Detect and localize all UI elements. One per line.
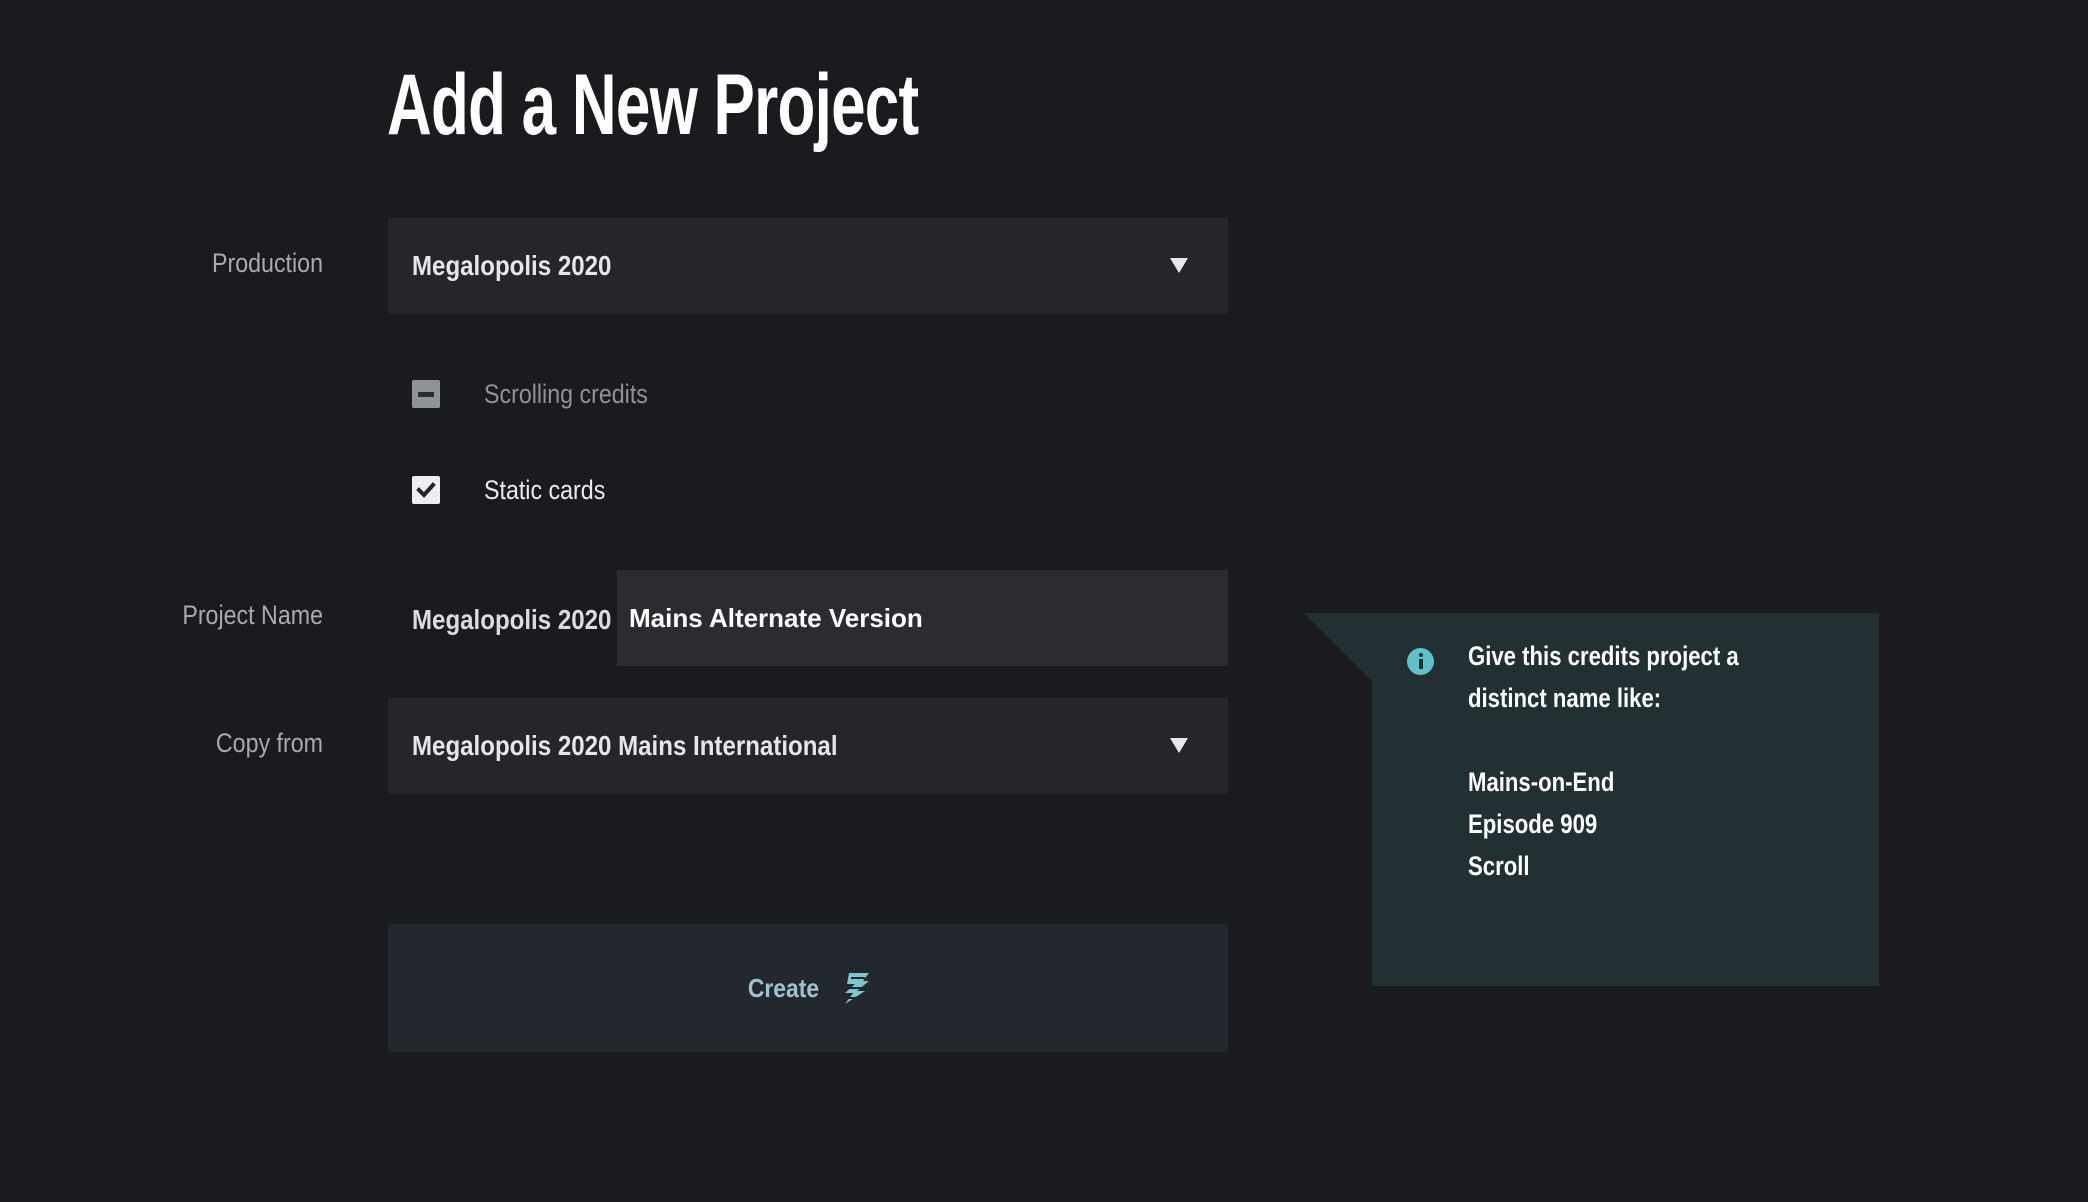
info-example: Mains-on-End (1468, 767, 1615, 797)
copy-from-label: Copy from (215, 728, 323, 758)
info-panel-pointer (1304, 613, 1372, 681)
info-intro-line: Give this credits project a (1468, 641, 1739, 671)
page-title: Add a New Project (387, 57, 919, 153)
static-cards-label: Static cards (484, 474, 606, 505)
chevron-down-icon (1170, 738, 1188, 753)
project-name-input[interactable] (617, 570, 1228, 666)
production-select[interactable]: Megalopolis 2020 (388, 218, 1228, 314)
project-name-label: Project Name (182, 600, 323, 630)
info-panel: Give this credits project a distinct nam… (1372, 613, 1879, 986)
production-select-value: Megalopolis 2020 (412, 250, 612, 281)
copy-from-select-value: Megalopolis 2020 Mains International (412, 730, 838, 761)
static-cards-checkbox-row[interactable]: Static cards (412, 470, 625, 510)
info-example: Scroll (1468, 851, 1530, 881)
production-label: Production (211, 248, 323, 278)
info-icon (1407, 648, 1434, 675)
minus-icon (418, 391, 434, 397)
info-intro-line: distinct name like: (1468, 683, 1662, 713)
copy-from-select[interactable]: Megalopolis 2020 Mains International (388, 698, 1228, 794)
checkmark-icon (416, 482, 436, 498)
scrolling-credits-checkbox[interactable] (412, 380, 440, 408)
info-spacer (1468, 719, 1780, 761)
chevron-down-icon (1170, 258, 1188, 273)
create-button-label: Create (747, 972, 819, 1003)
lightning-bolt-icon (845, 973, 870, 1004)
scrolling-credits-checkbox-row[interactable]: Scrolling credits (412, 374, 675, 414)
info-text: Give this credits project a distinct nam… (1468, 635, 1848, 887)
project-name-prefix: Megalopolis 2020 (412, 604, 612, 635)
scrolling-credits-label: Scrolling credits (484, 378, 648, 409)
info-example: Episode 909 (1468, 809, 1598, 839)
create-button[interactable]: Create (388, 924, 1228, 1052)
add-project-page: Add a New Project Production Megalopolis… (0, 0, 2088, 1202)
static-cards-checkbox[interactable] (412, 476, 440, 504)
